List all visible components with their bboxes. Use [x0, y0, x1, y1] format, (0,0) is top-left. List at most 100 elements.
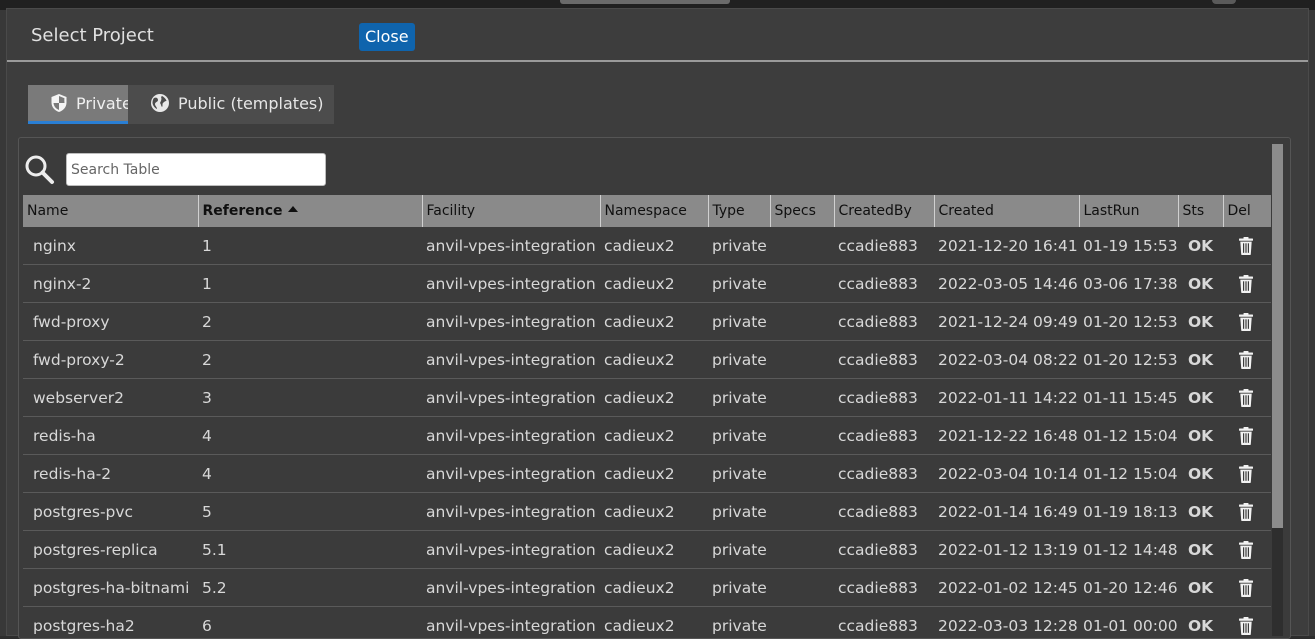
delete-cell	[1223, 379, 1271, 417]
cell-facility: anvil-vpes-integration	[422, 265, 600, 303]
cell-facility: anvil-vpes-integration	[422, 493, 600, 531]
cell-specs	[770, 531, 834, 569]
cell-facility: anvil-vpes-integration	[422, 455, 600, 493]
delete-cell	[1223, 417, 1271, 455]
search-input[interactable]	[66, 153, 326, 186]
table-row[interactable]: fwd-proxy-22anvil-vpes-integrationcadieu…	[23, 341, 1271, 379]
cell-name: webserver2	[23, 379, 198, 417]
table-row[interactable]: nginx1anvil-vpes-integrationcadieux2priv…	[23, 227, 1271, 265]
cell-specs	[770, 341, 834, 379]
cell-created: 2021-12-20 16:41	[934, 227, 1079, 265]
cell-namespace: cadieux2	[600, 379, 708, 417]
cell-createdby: ccadie883	[834, 531, 934, 569]
column-header-createdby[interactable]: CreatedBy	[834, 195, 934, 227]
column-header-reference[interactable]: Reference	[198, 195, 422, 227]
cell-createdby: ccadie883	[834, 607, 934, 639]
table-row[interactable]: postgres-ha-bitnami5.2anvil-vpes-integra…	[23, 569, 1271, 607]
column-header-namespace[interactable]: Namespace	[600, 195, 708, 227]
cell-name: postgres-replica	[23, 531, 198, 569]
globe-icon	[150, 93, 170, 113]
cell-namespace: cadieux2	[600, 417, 708, 455]
trash-icon[interactable]	[1239, 313, 1253, 331]
table-scrollbar[interactable]	[1272, 144, 1283, 636]
cell-facility: anvil-vpes-integration	[422, 341, 600, 379]
status-badge: OK	[1178, 227, 1223, 265]
table-row[interactable]: nginx-21anvil-vpes-integrationcadieux2pr…	[23, 265, 1271, 303]
cell-reference: 3	[198, 379, 422, 417]
tab-private[interactable]: Private	[28, 85, 128, 124]
cell-name: fwd-proxy	[23, 303, 198, 341]
column-header-type[interactable]: Type	[708, 195, 770, 227]
status-badge: OK	[1178, 493, 1223, 531]
cell-type: private	[708, 303, 770, 341]
column-header-lastrun[interactable]: LastRun	[1079, 195, 1178, 227]
scrollbar-thumb[interactable]	[1272, 144, 1283, 528]
table-row[interactable]: redis-ha-24anvil-vpes-integrationcadieux…	[23, 455, 1271, 493]
cell-created: 2022-01-02 12:45	[934, 569, 1079, 607]
cell-namespace: cadieux2	[600, 607, 708, 639]
table-row[interactable]: postgres-pvc5anvil-vpes-integrationcadie…	[23, 493, 1271, 531]
table-row[interactable]: webserver23anvil-vpes-integrationcadieux…	[23, 379, 1271, 417]
cell-reference: 1	[198, 265, 422, 303]
close-button[interactable]: Close	[359, 23, 415, 51]
cell-lastrun: 03-06 17:38	[1079, 265, 1178, 303]
trash-icon[interactable]	[1239, 351, 1253, 369]
cell-reference: 5.1	[198, 531, 422, 569]
trash-icon[interactable]	[1239, 275, 1253, 293]
trash-icon[interactable]	[1239, 465, 1253, 483]
cell-name: redis-ha	[23, 417, 198, 455]
cell-lastrun: 01-12 14:48	[1079, 531, 1178, 569]
cell-reference: 1	[198, 227, 422, 265]
cell-createdby: ccadie883	[834, 265, 934, 303]
cell-reference: 2	[198, 303, 422, 341]
table-row[interactable]: postgres-ha26anvil-vpes-integrationcadie…	[23, 607, 1271, 639]
trash-icon[interactable]	[1239, 579, 1253, 597]
column-header-facility[interactable]: Facility	[422, 195, 600, 227]
status-badge: OK	[1178, 341, 1223, 379]
cell-lastrun: 01-20 12:46	[1079, 569, 1178, 607]
cell-type: private	[708, 341, 770, 379]
cell-reference: 2	[198, 341, 422, 379]
cell-createdby: ccadie883	[834, 493, 934, 531]
tab-public-templates[interactable]: Public (templates)	[128, 85, 334, 124]
select-project-dialog: Select Project Close Private Public (tem…	[6, 8, 1309, 636]
table-row[interactable]: redis-ha4anvil-vpes-integrationcadieux2p…	[23, 417, 1271, 455]
sort-ascending-icon	[288, 206, 298, 212]
cell-lastrun: 01-20 12:53	[1079, 341, 1178, 379]
cell-createdby: ccadie883	[834, 227, 934, 265]
cell-specs	[770, 493, 834, 531]
cell-lastrun: 01-19 15:53	[1079, 227, 1178, 265]
trash-icon[interactable]	[1239, 617, 1253, 635]
cell-name: postgres-ha-bitnami	[23, 569, 198, 607]
column-header-sts[interactable]: Sts	[1178, 195, 1223, 227]
column-header-reference-label: Reference	[203, 203, 283, 219]
column-header-created[interactable]: Created	[934, 195, 1079, 227]
trash-icon[interactable]	[1239, 427, 1253, 445]
cell-name: fwd-proxy-2	[23, 341, 198, 379]
shield-icon	[50, 93, 68, 113]
column-header-specs[interactable]: Specs	[770, 195, 834, 227]
cell-type: private	[708, 493, 770, 531]
column-header-name[interactable]: Name	[23, 195, 198, 227]
trash-icon[interactable]	[1239, 389, 1253, 407]
cell-type: private	[708, 607, 770, 639]
cell-created: 2022-01-11 14:22	[934, 379, 1079, 417]
trash-icon[interactable]	[1239, 541, 1253, 559]
table-header-row: Name Reference Facility Namespace Type S…	[23, 195, 1271, 227]
cell-specs	[770, 303, 834, 341]
status-badge: OK	[1178, 531, 1223, 569]
cell-created: 2022-03-04 08:22	[934, 341, 1079, 379]
trash-icon[interactable]	[1239, 237, 1253, 255]
delete-cell	[1223, 341, 1271, 379]
table-row[interactable]: postgres-replica5.1anvil-vpes-integratio…	[23, 531, 1271, 569]
delete-cell	[1223, 265, 1271, 303]
table-row[interactable]: fwd-proxy2anvil-vpes-integrationcadieux2…	[23, 303, 1271, 341]
status-badge: OK	[1178, 607, 1223, 639]
column-header-del: Del	[1223, 195, 1271, 227]
cell-type: private	[708, 569, 770, 607]
trash-icon[interactable]	[1239, 503, 1253, 521]
cell-created: 2022-03-04 10:14	[934, 455, 1079, 493]
cell-specs	[770, 417, 834, 455]
status-badge: OK	[1178, 455, 1223, 493]
cell-name: postgres-ha2	[23, 607, 198, 639]
